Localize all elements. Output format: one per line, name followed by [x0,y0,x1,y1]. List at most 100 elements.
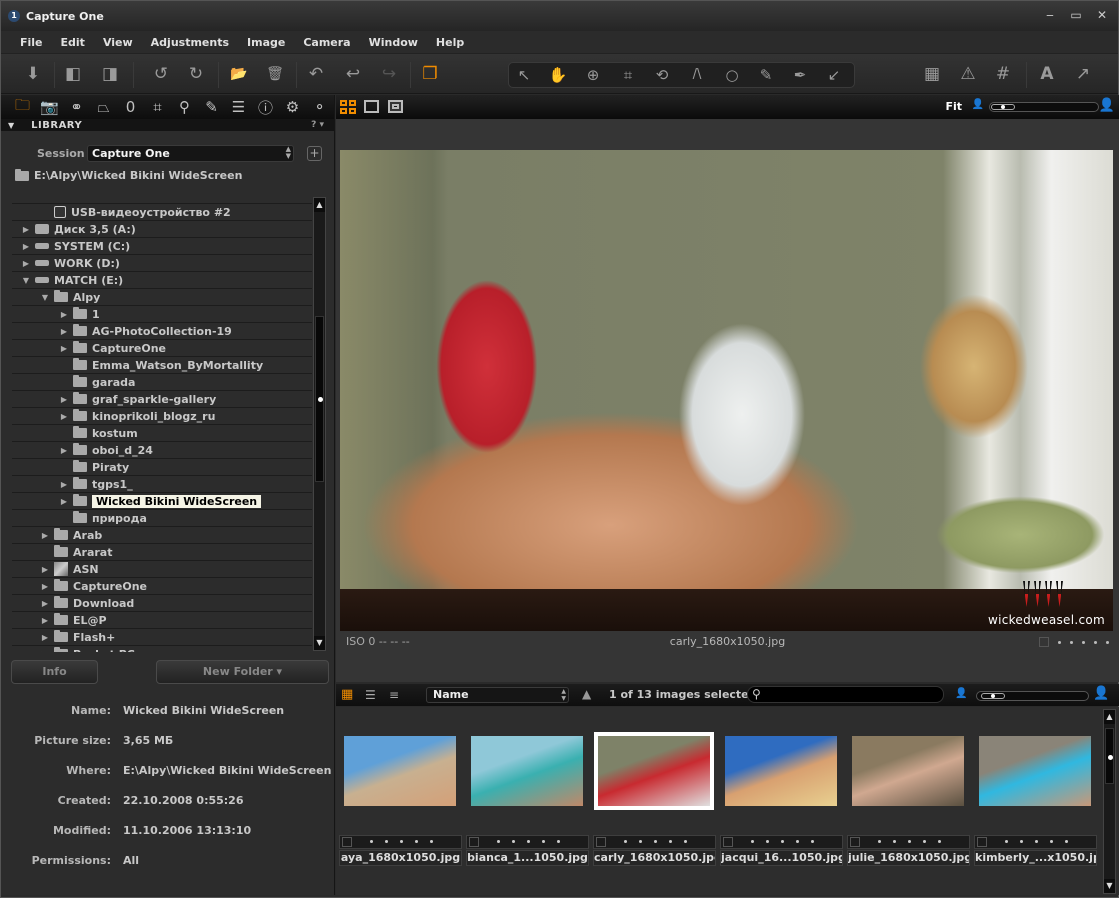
scroll-thumb[interactable] [315,316,324,482]
thumb-size-small-icon[interactable]: 👤 [955,688,967,699]
thumbnail-size-handle[interactable] [981,693,1005,699]
redo-icon[interactable]: ↪ [377,63,401,85]
tree-item[interactable]: ▶ oboi_d_24 [12,442,312,459]
trash-icon[interactable]: 🗑 [263,63,287,85]
tree-item[interactable]: ▶ Диск 3,5 (A:) [12,221,312,238]
thumbnail-image[interactable] [852,736,964,806]
composition-tab-icon[interactable]: ⌗ [144,98,171,116]
rating-dots[interactable] [1005,840,1068,843]
collapse-triangle-icon[interactable]: ▼ [8,121,14,130]
menu-window[interactable]: Window [360,36,427,49]
tree-item[interactable]: ▶ AG-PhotoCollection-19 [12,323,312,340]
share-arrow-icon[interactable]: ↗ [1071,63,1095,85]
select-tool-icon[interactable]: ↖ [512,64,536,86]
rating-dot[interactable] [938,840,941,843]
next-image-icon[interactable]: ◨ [98,63,122,85]
filmstrip-view-icon[interactable]: ≡ [389,688,399,702]
scroll-down-button[interactable]: ▼ [1104,879,1115,893]
brush-tool-icon[interactable]: ✎ [754,64,778,86]
menu-camera[interactable]: Camera [294,36,359,49]
thumbnail-image[interactable] [725,736,837,806]
expand-arrow-icon[interactable]: ▶ [59,327,69,336]
rating-dot[interactable] [1094,640,1097,644]
rating-dot[interactable] [766,840,769,843]
expand-arrow-icon[interactable]: ▶ [40,582,50,591]
rating-dot[interactable] [1065,840,1068,843]
thumbnail-rating[interactable] [339,835,462,849]
rating-dot[interactable] [811,840,814,843]
menu-file[interactable]: File [11,36,52,49]
rating-dot[interactable] [1070,640,1073,644]
rating-dot[interactable] [1005,840,1008,843]
rating-dot[interactable] [639,840,642,843]
expand-arrow-icon[interactable]: ▶ [59,480,69,489]
expand-arrow-icon[interactable]: ▶ [40,633,50,642]
sort-dropdown[interactable]: Name ▲ ▼ [426,687,569,703]
rating-dot[interactable] [1082,640,1085,644]
minimize-button[interactable]: ‒ [1042,7,1058,23]
color-tag-box[interactable] [342,837,352,847]
new-folder-button[interactable]: New Folder ▾ [156,660,329,684]
session-dropdown[interactable]: Capture One ▲ ▼ [87,145,294,162]
rating-dot[interactable] [796,840,799,843]
thumbnail-image[interactable] [471,736,583,806]
menu-image[interactable]: Image [238,36,294,49]
rating-dot[interactable] [370,840,373,843]
thumbnail-size-slider[interactable] [976,691,1089,701]
expand-arrow-icon[interactable]: ▶ [59,395,69,404]
color-picker-tool-icon[interactable]: ✒ [788,64,812,86]
thumbnail-rating[interactable] [847,835,970,849]
scroll-up-button[interactable]: ▲ [1104,710,1115,724]
tree-item[interactable]: ▶ CaptureOne [12,340,312,357]
scroll-down-button[interactable]: ▼ [314,636,325,650]
tree-item[interactable]: ▶ Wicked Bikini WideScreen [12,493,312,510]
color-tag-box[interactable] [723,837,733,847]
thumb-size-large-icon[interactable]: 👤 [1093,686,1109,701]
rating-dot[interactable] [893,840,896,843]
folder-tree-scrollbar[interactable]: ▲ ▼ [313,197,326,651]
tree-item[interactable]: kostum [12,425,312,442]
rating-dot[interactable] [542,840,545,843]
rating-dot[interactable] [684,840,687,843]
output-tab-icon[interactable]: ⚙ [279,98,306,116]
spot-removal-tool-icon[interactable]: ○ [720,64,744,86]
exposure-warning-icon[interactable]: ⚠ [956,63,980,85]
info-button[interactable]: Info [11,660,98,684]
rating-dot[interactable] [669,840,672,843]
zoom-slider[interactable] [989,102,1099,112]
adjustments-tab-icon[interactable]: ✎ [198,98,225,116]
library-section-header[interactable]: ▼ LIBRARY ? ▾ [1,119,334,131]
move-to-folder-icon[interactable]: 📂 [227,63,251,85]
rating-dots[interactable] [370,840,433,843]
expand-arrow-icon[interactable]: ▶ [59,344,69,353]
pan-tool-icon[interactable]: ✋ [546,64,570,86]
color-tag-box[interactable] [596,837,606,847]
scroll-thumb[interactable] [1105,728,1114,784]
rating-dot[interactable] [400,840,403,843]
expand-arrow-icon[interactable]: ▶ [40,531,50,540]
rotate-left-icon[interactable]: ↺ [149,63,173,85]
rating-dot[interactable] [923,840,926,843]
rating-dot[interactable] [908,840,911,843]
rating-dot[interactable] [1035,840,1038,843]
tree-item[interactable]: ▶ Flash+ [12,629,312,646]
grid-view-icon[interactable] [340,100,356,114]
menu-edit[interactable]: Edit [52,36,94,49]
text-overlay-icon[interactable]: A [1035,63,1059,85]
rotate-right-icon[interactable]: ↻ [184,63,208,85]
library-tab-icon[interactable]: 🗀 [9,95,36,120]
expand-arrow-icon[interactable]: ▶ [40,616,50,625]
previous-image-icon[interactable]: ◧ [61,63,85,85]
tree-item[interactable]: ▶ 1 [12,306,312,323]
expand-arrow-icon[interactable]: ▶ [40,599,50,608]
rating-dot[interactable] [1106,640,1109,644]
rating-dot[interactable] [512,840,515,843]
expand-arrow-icon[interactable]: ▶ [59,446,69,455]
rating-dot[interactable] [430,840,433,843]
maximize-button[interactable]: ▭ [1068,7,1084,23]
exposure-tab-icon[interactable]: ⏢ [90,98,117,116]
expand-arrow-icon[interactable]: ▶ [40,650,50,653]
expand-arrow-icon[interactable]: ▶ [21,225,31,234]
expand-arrow-icon[interactable]: ▶ [59,497,69,506]
close-button[interactable]: ✕ [1094,7,1110,23]
